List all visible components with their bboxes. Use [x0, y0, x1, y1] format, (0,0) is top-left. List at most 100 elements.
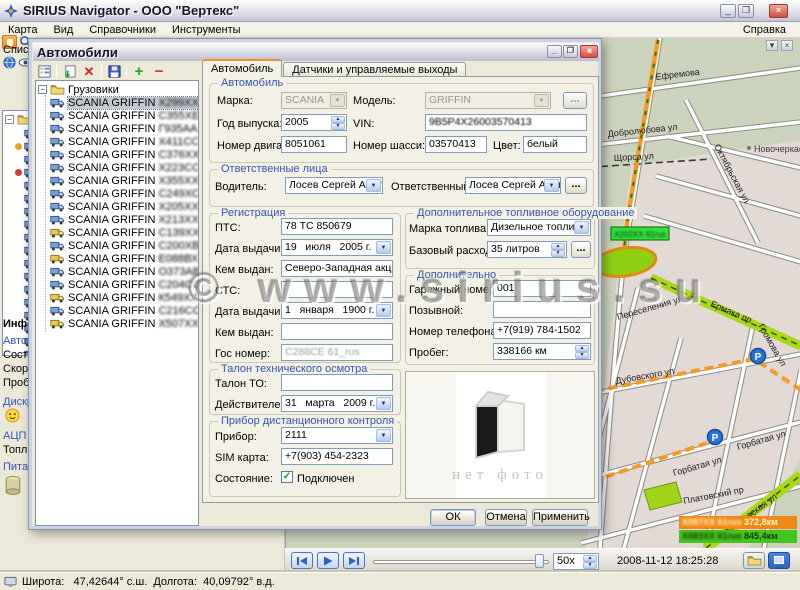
play-button[interactable] — [317, 552, 339, 569]
truck-icon — [50, 176, 65, 186]
tree-row[interactable]: SCANIA GRIFFIN С216СС 61rus — [50, 304, 199, 317]
issued-by2-field[interactable] — [281, 323, 393, 340]
chevron-down-icon[interactable]: ▼ — [366, 179, 381, 192]
tree-row[interactable]: SCANIA GRIFFIN С139ХХ 161rus — [50, 226, 199, 239]
valid-until-combo[interactable]: 31 марта 2009 г.▼ — [281, 395, 393, 412]
fuel-rate-spinner[interactable]: 35 литров▲▼ — [487, 241, 567, 258]
tree-row[interactable]: SCANIA GRIFFIN Х355ХХ 61rus — [50, 174, 199, 187]
connected-checkbox[interactable]: ✓ — [281, 471, 293, 483]
chevron-down-icon[interactable]: ▼ — [376, 397, 391, 410]
fuel-browse-button[interactable]: ... — [571, 241, 591, 258]
garage-field[interactable]: 001 — [493, 280, 591, 297]
pts-field[interactable]: 78 ТС 850679 — [281, 218, 393, 235]
speed-spinner[interactable]: 50x▲▼ — [553, 553, 599, 570]
gov-plate-field[interactable]: С288СЕ 61_rus — [281, 344, 393, 361]
sts-field[interactable] — [281, 281, 393, 298]
vehicle-plate: Х205ХХ 61rus — [158, 201, 199, 213]
save-button[interactable] — [105, 63, 123, 80]
list-button[interactable] — [35, 63, 53, 80]
tree-row[interactable]: SCANIA GRIFFIN Х411СС 61rus — [50, 135, 199, 148]
menu-view[interactable]: Вид — [45, 23, 81, 37]
spinner-arrows[interactable]: ▲▼ — [583, 555, 597, 568]
chevron-down-icon[interactable]: ▼ — [376, 241, 391, 254]
chevron-down-icon[interactable]: ▼ — [376, 304, 391, 317]
persons-browse-button[interactable]: ... — [565, 177, 587, 194]
tree-row[interactable]: SCANIA GRIFFIN О373АВ 61rus — [50, 265, 199, 278]
sim-field[interactable]: +7(903) 454-2323 — [281, 448, 393, 465]
menu-help[interactable]: Справка — [735, 23, 794, 37]
step-back-button[interactable] — [291, 552, 313, 569]
playback-timestamp: 2008-11-12 18:25:28 — [617, 555, 718, 567]
tree-row[interactable]: SCANIA GRIFFIN К549ХХ 161rus — [50, 291, 199, 304]
slider-handle[interactable] — [535, 554, 544, 568]
driver-combo[interactable]: Лосев Сергей Анатоль▼ — [285, 177, 383, 194]
ticket-field[interactable] — [281, 374, 393, 391]
color-field[interactable]: белый — [523, 136, 587, 153]
vin-field[interactable]: 9В5Р4Х26003570413 — [425, 114, 587, 131]
parking-icon[interactable]: P — [751, 349, 766, 364]
remove-button[interactable]: − — [150, 63, 168, 80]
dialog-close-button[interactable]: × — [580, 45, 598, 58]
tree-row[interactable]: SCANIA GRIFFIN Х299ХХ 61rus — [50, 96, 199, 109]
device-combo[interactable]: 2111▼ — [281, 427, 393, 444]
tree-row[interactable]: SCANIA GRIFFIN С355ХЕ 61rus — [50, 109, 199, 122]
dialog-maximize-button[interactable]: ❐ — [563, 45, 578, 58]
apply-button[interactable]: Применить — [532, 509, 588, 526]
export-button[interactable] — [60, 63, 78, 80]
close-button[interactable]: × — [769, 4, 788, 18]
expander-icon[interactable]: − — [5, 115, 14, 124]
dialog-minimize-button[interactable]: _ — [547, 45, 562, 58]
spinner-arrows[interactable]: ▲▼ — [551, 243, 565, 256]
menu-tools[interactable]: Инструменты — [164, 23, 249, 37]
year-spinner[interactable]: 2005▲▼ — [281, 114, 347, 131]
map-toggle-button[interactable] — [768, 552, 790, 569]
prev-icon — [296, 556, 308, 566]
delete-button[interactable]: ✕ — [80, 63, 98, 80]
add-button[interactable]: + — [130, 63, 148, 80]
tree-row[interactable]: SCANIA GRIFFIN С249ХС 61rus — [50, 187, 199, 200]
globe-icon[interactable] — [3, 56, 16, 69]
chevron-down-icon[interactable]: ▼ — [544, 179, 559, 192]
cancel-button[interactable]: Отмена — [485, 509, 527, 526]
issued-by-field[interactable]: Северо-Западная акцизная т — [281, 260, 393, 277]
chassis-field[interactable]: 03570413 — [425, 136, 487, 153]
issue-date-combo[interactable]: 19 июля 2005 г.▼ — [281, 239, 393, 256]
tree-row[interactable]: SCANIA GRIFFIN Х507ХХ 161rus — [50, 317, 199, 330]
tree-row[interactable]: SCANIA GRIFFIN С200ХВ 61rus — [50, 239, 199, 252]
tab-vehicle[interactable]: Автомобиль — [202, 59, 282, 77]
tree-row[interactable]: SCANIA GRIFFIN Х205ХХ 61rus — [50, 200, 199, 213]
fuel-type-combo[interactable]: Дизельное топливо▼ — [487, 219, 591, 236]
records-button[interactable] — [743, 552, 765, 569]
spinner-arrows[interactable]: ▲▼ — [331, 116, 345, 129]
tree-row[interactable]: SCANIA GRIFFIN Х223СС 61rus — [50, 161, 199, 174]
tree-row[interactable]: SCANIA GRIFFIN Г935АА 61rus — [50, 122, 199, 135]
restore-button[interactable]: ❐ — [738, 4, 754, 18]
ok-button[interactable]: ОК — [430, 509, 476, 526]
playback-toolbar: 50x▲▼ 2008-11-12 18:25:28 — [285, 548, 800, 572]
tree-row[interactable]: SCANIA GRIFFIN С204СС 61rus — [50, 278, 199, 291]
vehicle-tree[interactable]: − Грузовики SCANIA GRIFFIN Х299ХХ 61rus … — [35, 80, 199, 526]
tab-sensors[interactable]: Датчики и управляемые выходы — [283, 62, 466, 77]
responsible-combo[interactable]: Лосев Сергей Анатоль▼ — [465, 177, 561, 194]
timeline-slider[interactable] — [373, 560, 549, 564]
chevron-down-icon[interactable]: ▼ — [574, 221, 589, 234]
chevron-down-icon[interactable]: ▼ — [376, 429, 391, 442]
map-close-button[interactable]: × — [781, 40, 793, 51]
callsign-field[interactable] — [493, 301, 591, 318]
issue-date2-combo[interactable]: 1 января 1900 г.▼ — [281, 302, 393, 319]
engine-field[interactable]: 8051061 — [281, 136, 347, 153]
parking-icon[interactable]: P — [708, 430, 723, 445]
tree-row[interactable]: SCANIA GRIFFIN С376ХХ 61rus — [50, 148, 199, 161]
spinner-arrows[interactable]: ▲▼ — [575, 345, 589, 358]
connected-label: Подключен — [297, 473, 355, 485]
expander-icon[interactable]: − — [38, 85, 47, 94]
minimize-button[interactable]: _ — [720, 4, 736, 18]
menu-directories[interactable]: Справочники — [81, 23, 164, 37]
map-dropdown-button[interactable]: ▼ — [766, 40, 778, 51]
tree-row[interactable]: SCANIA GRIFFIN Е088ВХ 161rus — [50, 252, 199, 265]
model-browse-button[interactable]: ... — [563, 92, 587, 109]
step-forward-button[interactable] — [343, 552, 365, 569]
phone-field[interactable]: +7(919) 784-1502 — [493, 322, 591, 339]
mileage-spinner[interactable]: 338166 км▲▼ — [493, 343, 591, 360]
tree-row[interactable]: SCANIA GRIFFIN Х213ХХ 61rus — [50, 213, 199, 226]
